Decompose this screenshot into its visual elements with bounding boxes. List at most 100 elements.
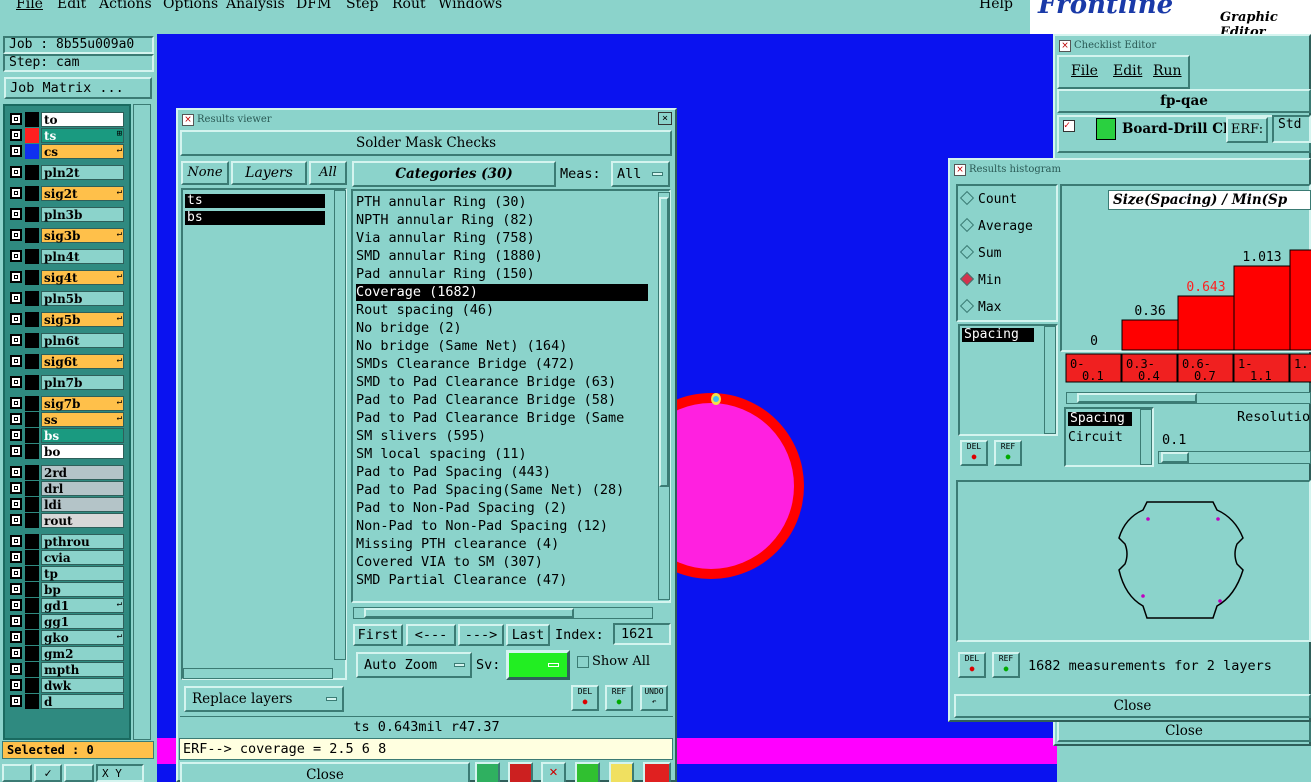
layer-name[interactable]: cvia xyxy=(41,550,124,565)
layer-row-pln6t[interactable]: pln6t xyxy=(8,333,124,348)
layer-color-swatch[interactable] xyxy=(25,614,39,629)
tool-icon-4[interactable] xyxy=(575,762,600,782)
layer-name[interactable]: d xyxy=(41,694,124,709)
layer-row-pln3b[interactable]: pln3b xyxy=(8,207,124,222)
layer-row-pln2t[interactable]: pln2t xyxy=(8,165,124,180)
histogram-bar[interactable] xyxy=(1233,265,1291,351)
category-item[interactable]: Covered VIA to SM (307) xyxy=(356,554,650,571)
layer-row-pln7b[interactable]: pln7b xyxy=(8,375,124,390)
checklist-menu-run[interactable]: Run xyxy=(1153,63,1182,79)
result-layer-item[interactable]: bs xyxy=(185,211,325,225)
layer-checkbox[interactable] xyxy=(10,551,22,563)
layer-color-swatch[interactable] xyxy=(25,694,39,709)
layer-row-dwk[interactable]: dwk xyxy=(8,678,124,693)
layer-checkbox[interactable] xyxy=(10,599,22,611)
none-button[interactable]: None xyxy=(181,161,229,185)
layer-checkbox[interactable] xyxy=(10,482,22,494)
layer-checkbox[interactable] xyxy=(10,615,22,627)
layer-name[interactable]: sig5b xyxy=(41,312,124,327)
category-item[interactable]: Rout spacing (46) xyxy=(356,302,650,319)
job-matrix-button[interactable]: Job Matrix ... xyxy=(4,77,152,99)
layer-name[interactable]: bs xyxy=(41,428,124,443)
layer-row-sig2t[interactable]: sig2t ↵ xyxy=(8,186,124,201)
menu-rout[interactable]: Rout xyxy=(392,0,426,12)
layer-row-sig3b[interactable]: sig3b ↵ xyxy=(8,228,124,243)
layer-name[interactable]: bp xyxy=(41,582,124,597)
ref-button[interactable]: REF ● xyxy=(605,685,633,711)
layer-color-swatch[interactable] xyxy=(25,228,39,243)
category-item[interactable]: Pad to Non-Pad Spacing (2) xyxy=(356,500,650,517)
layer-color-swatch[interactable] xyxy=(25,165,39,180)
layer-checkbox[interactable] xyxy=(10,535,22,547)
layer-color-swatch[interactable] xyxy=(25,249,39,264)
layer-list-scrollbar[interactable] xyxy=(133,104,151,740)
category-item[interactable]: Non-Pad to Non-Pad Spacing (12) xyxy=(356,518,650,535)
layer-row-mpth[interactable]: mpth xyxy=(8,662,124,677)
next-button[interactable]: ---> xyxy=(458,624,504,646)
category-item[interactable]: Pad to Pad Clearance Bridge (58) xyxy=(356,392,650,409)
circuit-list-scroll[interactable] xyxy=(1140,409,1152,465)
category-item[interactable]: No bridge (Same Net) (164) xyxy=(356,338,650,355)
layer-select-list[interactable] xyxy=(181,188,347,680)
layer-color-swatch[interactable] xyxy=(25,678,39,693)
layer-row-pln4t[interactable]: pln4t xyxy=(8,249,124,264)
check-tool-icon[interactable]: ✓ xyxy=(34,764,62,782)
category-item[interactable]: SMD to Pad Clearance Bridge (63) xyxy=(356,374,650,391)
menu-file[interactable]: File xyxy=(16,0,43,12)
layer-name[interactable]: gd1 xyxy=(41,598,124,613)
severity-color-picker[interactable] xyxy=(506,650,570,680)
layer-name[interactable]: 2rd xyxy=(41,465,124,480)
scroll-thumb[interactable] xyxy=(659,197,669,487)
layer-row-gd1[interactable]: gd1 ↵ xyxy=(8,598,124,613)
histogram-bar[interactable] xyxy=(1177,295,1235,351)
preview-ref-button[interactable]: REF ● xyxy=(992,652,1020,678)
layer-checkbox[interactable] xyxy=(10,679,22,691)
layer-name[interactable]: dwk xyxy=(41,678,124,693)
average-radio[interactable]: Average xyxy=(959,217,1033,234)
category-item[interactable]: NPTH annular Ring (82) xyxy=(356,212,650,229)
categories-hscroll[interactable] xyxy=(353,607,653,619)
layer-list-vscroll[interactable] xyxy=(334,190,346,660)
scroll-thumb[interactable] xyxy=(364,608,574,618)
pointer-tool-icon[interactable] xyxy=(2,764,32,782)
menu-dfm[interactable]: DFM xyxy=(296,0,331,12)
layer-checkbox[interactable] xyxy=(10,229,22,241)
layer-name[interactable]: ldi xyxy=(41,497,124,512)
category-item[interactable]: SM slivers (595) xyxy=(356,428,650,445)
layer-row-bo[interactable]: bo xyxy=(8,444,124,459)
meas-dropdown[interactable]: All xyxy=(611,161,670,187)
layer-color-swatch[interactable] xyxy=(25,128,39,143)
categories-vscroll[interactable] xyxy=(658,192,670,600)
layer-checkbox[interactable] xyxy=(10,145,22,157)
layer-color-swatch[interactable] xyxy=(25,465,39,480)
layer-name[interactable]: sig3b xyxy=(41,228,124,243)
menu-actions[interactable]: Actions xyxy=(99,0,152,12)
layer-name[interactable]: pthrou xyxy=(41,534,124,549)
layer-row-ss[interactable]: ss ↵ xyxy=(8,412,124,427)
layer-name[interactable]: sig7b xyxy=(41,396,124,411)
category-item[interactable]: Pad to Pad Spacing(Same Net) (28) xyxy=(356,482,650,499)
checklist-row-checkbox[interactable]: ✓ xyxy=(1063,120,1075,132)
layer-color-swatch[interactable] xyxy=(25,333,39,348)
layer-color-swatch[interactable] xyxy=(25,144,39,159)
chart-icon[interactable] xyxy=(643,762,671,782)
layer-name[interactable]: mpth xyxy=(41,662,124,677)
layer-color-swatch[interactable] xyxy=(25,354,39,369)
layer-name[interactable]: tp xyxy=(41,566,124,581)
preview-del-button[interactable]: DEL ● xyxy=(958,652,986,678)
layer-checkbox[interactable] xyxy=(10,631,22,643)
resolution-slider[interactable] xyxy=(1158,451,1311,464)
category-item[interactable]: PTH annular Ring (30) xyxy=(356,194,650,211)
layer-checkbox[interactable] xyxy=(10,113,22,125)
solder-mask-header[interactable]: Solder Mask Checks xyxy=(180,130,672,156)
undo-button[interactable]: UNDO ↶ xyxy=(640,685,668,711)
circuit-list-item[interactable]: Spacing xyxy=(1068,412,1132,426)
checklist-menu-file[interactable]: File xyxy=(1071,63,1098,79)
layer-color-swatch[interactable] xyxy=(25,513,39,528)
layer-row-sig5b[interactable]: sig5b ↵ xyxy=(8,312,124,327)
layer-row-sig6t[interactable]: sig6t ↵ xyxy=(8,354,124,369)
layer-color-swatch[interactable] xyxy=(25,428,39,443)
scroll-thumb[interactable] xyxy=(1077,393,1197,403)
layer-color-swatch[interactable] xyxy=(25,444,39,459)
category-item[interactable]: Pad to Pad Clearance Bridge (Same xyxy=(356,410,650,427)
